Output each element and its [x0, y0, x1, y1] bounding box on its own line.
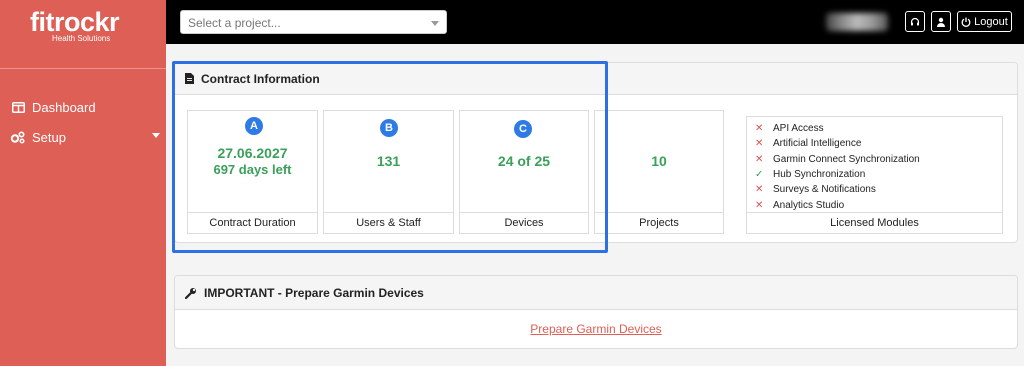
logout-label: Logout [974, 15, 1008, 28]
profile-button[interactable] [931, 11, 951, 32]
users-count: 131 [376, 153, 401, 169]
module-name: Garmin Connect Synchronization [773, 153, 920, 165]
support-button[interactable] [905, 11, 925, 32]
contract-info-header: Contract Information [175, 63, 1017, 95]
module-name: Artificial Intelligence [773, 138, 862, 150]
project-select-placeholder: Select a project... [188, 16, 281, 30]
badge-a: A [245, 117, 263, 135]
user-icon [937, 17, 945, 27]
module-name: Analytics Studio [773, 199, 845, 211]
garmin-panel-header: IMPORTANT - Prepare Garmin Devices [175, 276, 1017, 310]
brand-name: fitrockr [30, 7, 120, 37]
module-item: ✕ Garmin Connect Synchronization [755, 152, 920, 167]
sidebar-item-dashboard[interactable]: Dashboard [10, 100, 96, 115]
devices-count: 24 of 25 [497, 153, 551, 169]
contract-duration-card: A 27.06.2027 697 days left Contract Dura… [187, 110, 318, 234]
card-label: Contract Duration [188, 212, 317, 233]
users-staff-card: B 131 Users & Staff [323, 110, 454, 234]
module-name: Hub Synchronization [773, 169, 866, 181]
card-label: Devices [460, 212, 588, 233]
projects-card: 10 Projects [594, 110, 724, 234]
sidebar-item-label: Dashboard [32, 100, 96, 115]
sidebar-item-label: Setup [32, 130, 66, 145]
check-icon: ✓ [755, 169, 764, 181]
power-icon [961, 17, 971, 27]
module-item: ✕ API Access [755, 121, 920, 136]
module-item: ✕ Analytics Studio [755, 197, 920, 212]
devices-card: C 24 of 25 Devices [459, 110, 589, 234]
top-bar: Select a project... Logout [166, 0, 1024, 44]
caret-down-icon [431, 21, 439, 26]
columns-icon [10, 101, 26, 115]
prepare-garmin-link[interactable]: Prepare Garmin Devices [175, 322, 1017, 336]
contract-end-date: 27.06.2027 [217, 145, 288, 161]
days-left: 697 days left [213, 162, 292, 177]
module-item: ✓ Hub Synchronization [755, 167, 920, 182]
projects-count: 10 [651, 153, 667, 169]
user-name-blurred [826, 13, 888, 31]
panel-title: Contract Information [201, 71, 320, 86]
licensed-modules-card: ✕ API Access ✕ Artificial Intelligence ✕ Ga… [746, 116, 1003, 234]
cross-icon: ✕ [755, 184, 764, 196]
modules-list: ✕ API Access ✕ Artificial Intelligence ✕ Ga… [755, 121, 920, 213]
sidebar-divider [0, 68, 166, 69]
card-label: Projects [595, 212, 723, 233]
module-name: Surveys & Notifications [773, 184, 876, 196]
card-label: Users & Staff [324, 212, 453, 233]
panel-title: IMPORTANT - Prepare Garmin Devices [204, 285, 424, 300]
badge-c: C [514, 120, 532, 138]
sidebar: fitrockr Health Solutions Dashboard Setu… [0, 0, 166, 366]
file-icon [185, 73, 194, 84]
cross-icon: ✕ [755, 153, 764, 165]
brand-tagline: Health Solutions [52, 34, 111, 43]
logout-button[interactable]: Logout [957, 11, 1012, 32]
cross-icon: ✕ [755, 138, 764, 150]
project-select[interactable]: Select a project... [180, 10, 447, 34]
garmin-panel: IMPORTANT - Prepare Garmin Devices Prepa… [174, 275, 1018, 349]
wrench-icon [185, 287, 197, 299]
card-label: Licensed Modules [747, 212, 1002, 233]
headset-icon [910, 17, 920, 25]
module-item: ✕ Artificial Intelligence [755, 136, 920, 151]
sidebar-item-setup[interactable]: Setup [10, 130, 160, 145]
module-name: API Access [773, 123, 824, 135]
chevron-down-icon [152, 133, 160, 138]
cross-icon: ✕ [755, 123, 764, 135]
module-item: ✕ Surveys & Notifications [755, 182, 920, 197]
brand-logo[interactable]: fitrockr Health Solutions [30, 7, 120, 43]
badge-b: B [380, 119, 398, 137]
cross-icon: ✕ [755, 199, 764, 211]
gears-icon [10, 131, 26, 145]
